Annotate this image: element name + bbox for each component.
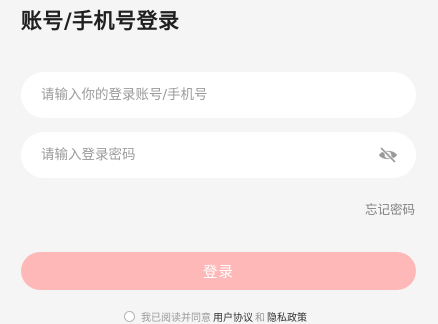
account-field[interactable] [21,72,416,118]
account-input[interactable] [41,87,372,103]
user-agreement-link[interactable]: 用户协议 [213,309,253,324]
eye-closed-icon[interactable] [377,145,399,165]
agreement-checkbox[interactable] [124,311,135,322]
page-title: 账号/手机号登录 [21,9,180,33]
agreement-row: 我已阅读并同意 用户协议 和 隐私政策 [124,309,309,324]
agreement-prefix: 我已阅读并同意 [141,313,211,324]
login-button[interactable]: 登录 [21,252,416,290]
privacy-policy-link[interactable]: 隐私政策 [267,309,307,324]
agreement-and: 和 [255,313,265,324]
forgot-password-link[interactable]: 忘记密码 [365,199,415,218]
password-input[interactable] [41,147,372,163]
password-field[interactable] [21,132,416,178]
